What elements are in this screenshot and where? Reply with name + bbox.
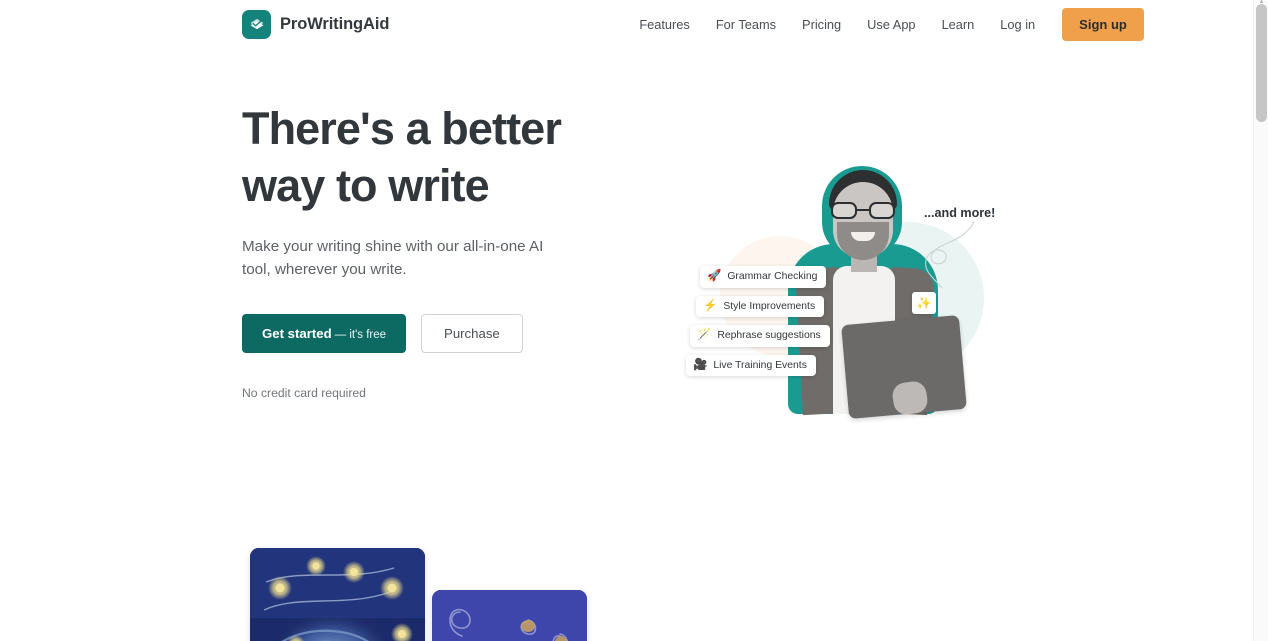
crude-drawing-version [432, 590, 587, 641]
nav-link-log-in[interactable]: Log in [987, 11, 1048, 38]
hero-title-line-2: way to write [242, 160, 490, 211]
feature-chip-label: Live Training Events [713, 359, 807, 371]
hero-subtitle-line-2: wherever you write. [274, 261, 407, 278]
hero-title-line-1: There's a better [242, 103, 562, 154]
scrollbar-thumb[interactable] [1256, 4, 1267, 122]
get-started-label: Get started [262, 326, 332, 341]
comparison-artwork: My idea in my head [250, 548, 590, 641]
hero-section: There's a better way to write Make your … [0, 48, 1253, 498]
hero-subtitle: Make your writing shine with our all-in-… [242, 235, 572, 281]
lightning-bolt-icon: ⚡ [703, 299, 718, 312]
brand-logo-link[interactable]: ProWritingAid [242, 9, 390, 39]
stacked-pages-check-icon [242, 9, 271, 39]
feature-chip-label: Grammar Checking [727, 271, 818, 283]
sign-up-button[interactable]: Sign up [1062, 7, 1144, 41]
eyeglasses-icon [831, 202, 895, 219]
hero-copy: There's a better way to write Make your … [242, 48, 642, 400]
feature-chip-label: Style Improvements [723, 300, 816, 312]
rocket-icon: 🚀 [707, 270, 722, 282]
page-viewport: ProWritingAid Features For Teams Pricing… [0, 0, 1253, 641]
purchase-button[interactable]: Purchase [421, 314, 523, 353]
no-credit-card-note: No credit card required [242, 386, 366, 400]
glasses-lens-left [831, 202, 857, 219]
feature-chip-list: 🚀 Grammar Checking ⚡ Style Improvements … [686, 266, 836, 384]
and-more-callout: ...and more! [924, 206, 996, 220]
nav-link-learn[interactable]: Learn [929, 11, 988, 38]
nav-link-features[interactable]: Features [626, 11, 703, 38]
primary-navigation: Features For Teams Pricing Use App Learn… [626, 7, 1144, 41]
callout-squiggle-icon [925, 221, 975, 289]
hero-actions: Get started — it's free Purchase [242, 314, 642, 353]
page-scrollbar[interactable]: ▲ [1253, 0, 1268, 641]
hero-illustration: 🚀 Grammar Checking ⚡ Style Improvements … [660, 144, 1020, 444]
brand-name: ProWritingAid [280, 14, 390, 33]
feature-chip-label: Rephrase suggestions [717, 330, 821, 342]
feature-chip-rephrase-suggestions[interactable]: 🪄 Rephrase suggestions [690, 325, 830, 347]
magic-wand-icon: 🪄 [697, 329, 712, 341]
glasses-lens-right [869, 202, 895, 219]
get-started-free-note: — it's free [334, 329, 387, 341]
glasses-bridge [857, 209, 869, 211]
person-beard [837, 222, 889, 260]
feature-chip-live-training-events[interactable]: 🎥 Live Training Events [686, 354, 816, 376]
starry-night-painting [250, 548, 425, 641]
nav-link-pricing[interactable]: Pricing [789, 11, 854, 38]
get-started-button[interactable]: Get started — it's free [242, 314, 407, 353]
site-header: ProWritingAid Features For Teams Pricing… [0, 0, 1253, 48]
movie-camera-icon: 🎥 [693, 358, 708, 371]
writing-lets-you-down-section: My idea in my head Do you feel like your… [0, 540, 1253, 641]
feature-chip-style-improvements[interactable]: ⚡ Style Improvements [696, 295, 825, 317]
feature-chip-grammar-checking[interactable]: 🚀 Grammar Checking [700, 266, 827, 288]
hero-title: There's a better way to write [242, 100, 642, 214]
nav-link-use-app[interactable]: Use App [854, 11, 928, 38]
nav-link-for-teams[interactable]: For Teams [703, 11, 789, 38]
